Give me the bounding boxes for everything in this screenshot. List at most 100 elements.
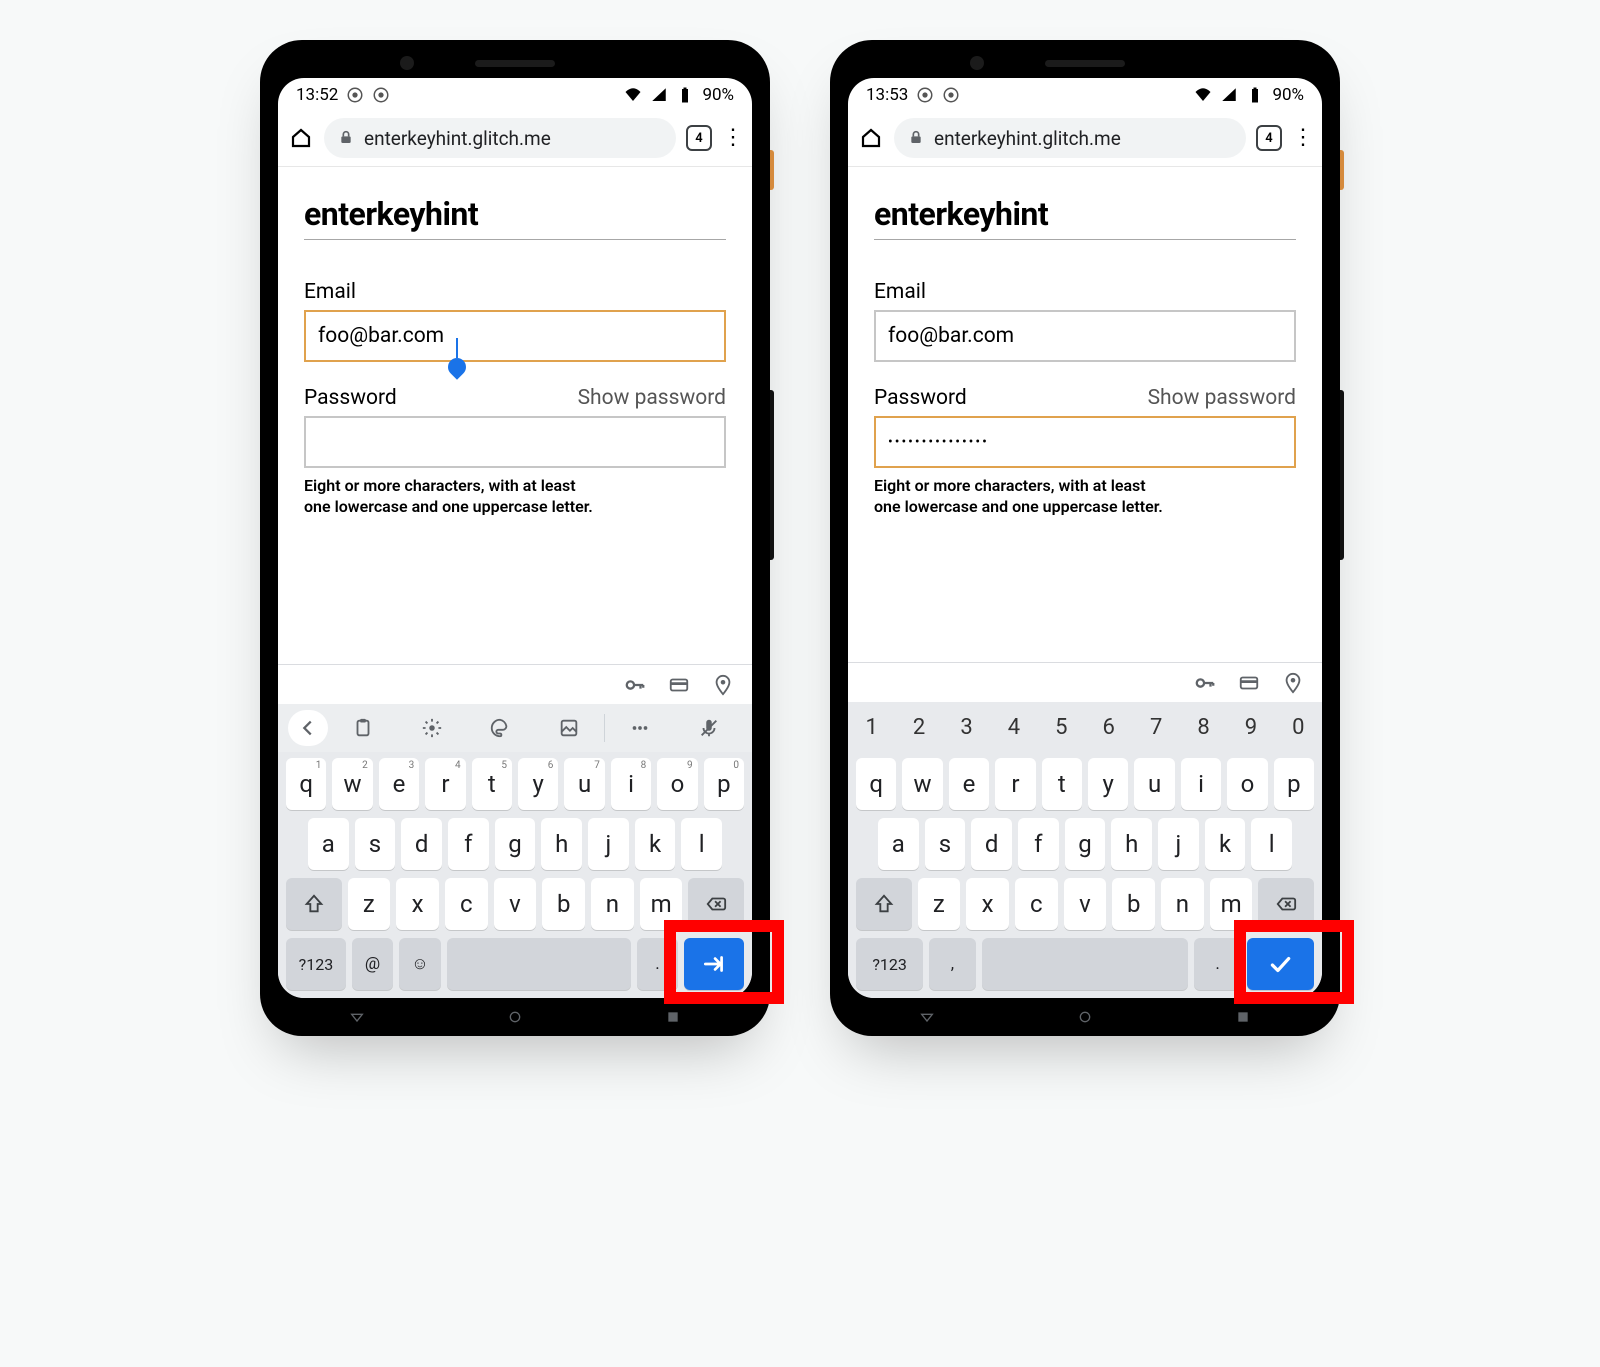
key-j[interactable]: j bbox=[1158, 818, 1199, 870]
home-icon[interactable] bbox=[288, 125, 314, 151]
key-w[interactable]: w bbox=[902, 758, 942, 810]
key-l[interactable]: l bbox=[1251, 818, 1292, 870]
key-a[interactable]: a bbox=[878, 818, 919, 870]
key-g[interactable]: g bbox=[495, 818, 536, 870]
key-c[interactable]: c bbox=[445, 878, 488, 930]
email-field[interactable] bbox=[304, 310, 726, 362]
key-i[interactable]: i8 bbox=[611, 758, 651, 810]
key-v[interactable]: v bbox=[494, 878, 537, 930]
home-icon[interactable] bbox=[858, 125, 884, 151]
key-f[interactable]: f bbox=[1018, 818, 1059, 870]
shift-key[interactable] bbox=[856, 878, 912, 930]
card-icon[interactable] bbox=[668, 674, 690, 696]
symbols-key[interactable]: ?123 bbox=[856, 938, 923, 990]
key-r[interactable]: r4 bbox=[425, 758, 465, 810]
nav-recent-icon[interactable] bbox=[665, 1009, 681, 1025]
gear-icon[interactable] bbox=[399, 717, 466, 739]
at-key[interactable]: @ bbox=[352, 938, 393, 990]
key-k[interactable]: k bbox=[635, 818, 676, 870]
key-icon[interactable] bbox=[1194, 672, 1216, 694]
key-f[interactable]: f bbox=[448, 818, 489, 870]
key-m[interactable]: m bbox=[640, 878, 683, 930]
more-icon[interactable] bbox=[607, 717, 674, 739]
num-0[interactable]: 0 bbox=[1275, 702, 1322, 752]
key-w[interactable]: w2 bbox=[332, 758, 372, 810]
key-q[interactable]: q bbox=[856, 758, 896, 810]
show-password-toggle[interactable]: Show password bbox=[1148, 386, 1296, 410]
enter-key-next[interactable] bbox=[684, 938, 744, 990]
url-bar[interactable]: enterkeyhint.glitch.me bbox=[894, 118, 1246, 158]
palette-icon[interactable] bbox=[467, 717, 534, 739]
key-o[interactable]: o bbox=[1227, 758, 1267, 810]
nav-home-icon[interactable] bbox=[507, 1009, 523, 1025]
card-icon[interactable] bbox=[1238, 672, 1260, 694]
space-key[interactable] bbox=[447, 938, 631, 990]
key-u[interactable]: u bbox=[1134, 758, 1174, 810]
location-icon[interactable] bbox=[712, 674, 734, 696]
emoji-key[interactable]: ☺ bbox=[399, 938, 440, 990]
tab-count[interactable]: 4 bbox=[1256, 125, 1282, 151]
key-k[interactable]: k bbox=[1205, 818, 1246, 870]
num-6[interactable]: 6 bbox=[1085, 702, 1132, 752]
toolbar-back-icon[interactable] bbox=[288, 710, 328, 746]
num-9[interactable]: 9 bbox=[1227, 702, 1274, 752]
num-4[interactable]: 4 bbox=[990, 702, 1037, 752]
password-field[interactable] bbox=[304, 416, 726, 468]
image-icon[interactable] bbox=[536, 717, 603, 739]
key-e[interactable]: e bbox=[949, 758, 989, 810]
num-3[interactable]: 3 bbox=[943, 702, 990, 752]
backspace-key[interactable] bbox=[688, 878, 744, 930]
nav-recent-icon[interactable] bbox=[1235, 1009, 1251, 1025]
key-y[interactable]: y6 bbox=[518, 758, 558, 810]
key-z[interactable]: z bbox=[918, 878, 961, 930]
nav-back-icon[interactable] bbox=[919, 1009, 935, 1025]
key-s[interactable]: s bbox=[355, 818, 396, 870]
num-5[interactable]: 5 bbox=[1038, 702, 1085, 752]
key-b[interactable]: b bbox=[1112, 878, 1155, 930]
key-p[interactable]: p0 bbox=[704, 758, 744, 810]
password-field[interactable] bbox=[874, 416, 1296, 468]
num-1[interactable]: 1 bbox=[848, 702, 895, 752]
key-g[interactable]: g bbox=[1065, 818, 1106, 870]
nav-home-icon[interactable] bbox=[1077, 1009, 1093, 1025]
key-d[interactable]: d bbox=[971, 818, 1012, 870]
key-c[interactable]: c bbox=[1015, 878, 1058, 930]
key-o[interactable]: o9 bbox=[657, 758, 697, 810]
key-u[interactable]: u7 bbox=[564, 758, 604, 810]
key-h[interactable]: h bbox=[1111, 818, 1152, 870]
shift-key[interactable] bbox=[286, 878, 342, 930]
key-l[interactable]: l bbox=[681, 818, 722, 870]
nav-back-icon[interactable] bbox=[349, 1009, 365, 1025]
key-t[interactable]: t5 bbox=[472, 758, 512, 810]
num-7[interactable]: 7 bbox=[1132, 702, 1179, 752]
key-icon[interactable] bbox=[624, 674, 646, 696]
key-m[interactable]: m bbox=[1210, 878, 1253, 930]
key-a[interactable]: a bbox=[308, 818, 349, 870]
space-key[interactable] bbox=[982, 938, 1189, 990]
key-e[interactable]: e3 bbox=[379, 758, 419, 810]
key-b[interactable]: b bbox=[542, 878, 585, 930]
key-y[interactable]: y bbox=[1088, 758, 1128, 810]
num-2[interactable]: 2 bbox=[895, 702, 942, 752]
key-v[interactable]: v bbox=[1064, 878, 1107, 930]
key-z[interactable]: z bbox=[348, 878, 391, 930]
tab-count[interactable]: 4 bbox=[686, 125, 712, 151]
email-field[interactable] bbox=[874, 310, 1296, 362]
dot-key[interactable]: . bbox=[1194, 938, 1241, 990]
backspace-key[interactable] bbox=[1258, 878, 1314, 930]
key-p[interactable]: p bbox=[1274, 758, 1314, 810]
key-i[interactable]: i bbox=[1181, 758, 1221, 810]
url-bar[interactable]: enterkeyhint.glitch.me bbox=[324, 118, 676, 158]
key-x[interactable]: x bbox=[396, 878, 439, 930]
key-t[interactable]: t bbox=[1042, 758, 1082, 810]
clipboard-icon[interactable] bbox=[330, 717, 397, 739]
num-8[interactable]: 8 bbox=[1180, 702, 1227, 752]
enter-key-done[interactable] bbox=[1247, 938, 1314, 990]
key-x[interactable]: x bbox=[966, 878, 1009, 930]
show-password-toggle[interactable]: Show password bbox=[578, 386, 726, 410]
key-d[interactable]: d bbox=[401, 818, 442, 870]
location-icon[interactable] bbox=[1282, 672, 1304, 694]
symbols-key[interactable]: ?123 bbox=[286, 938, 346, 990]
key-r[interactable]: r bbox=[995, 758, 1035, 810]
mic-icon[interactable] bbox=[676, 717, 743, 739]
